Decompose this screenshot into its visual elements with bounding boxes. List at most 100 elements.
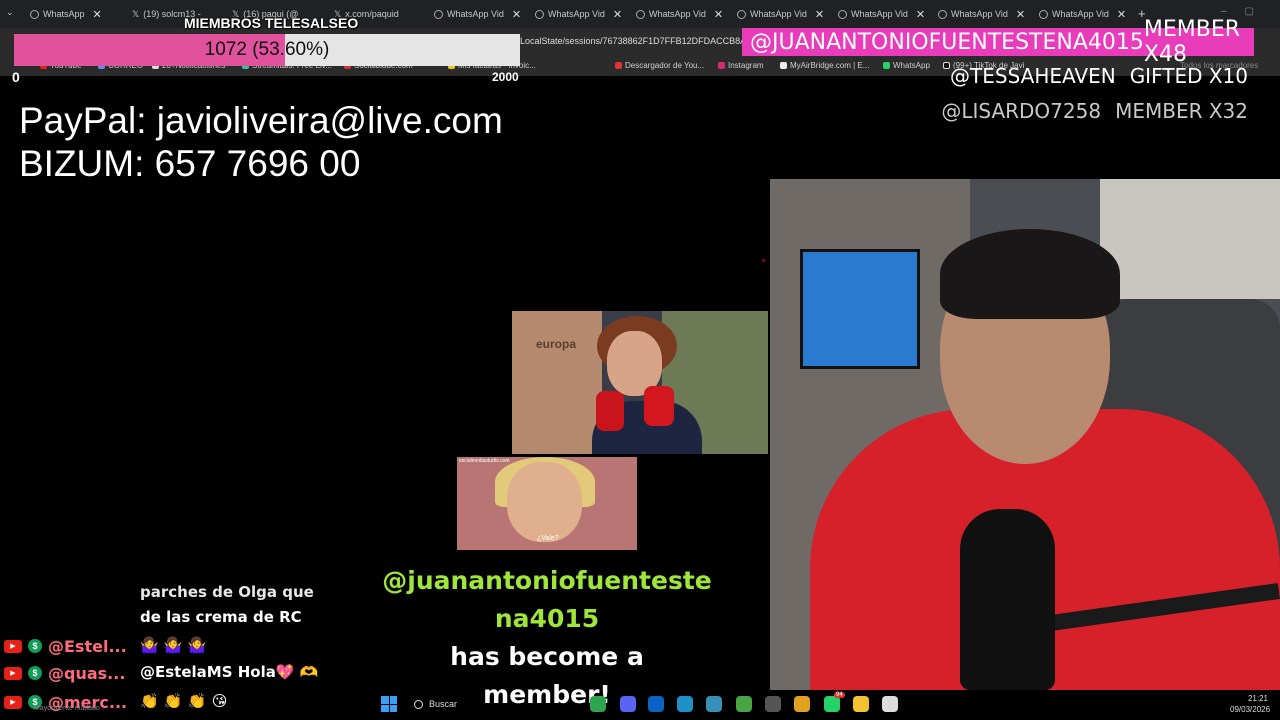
ticker-value: GIFTED X10 xyxy=(1129,64,1248,88)
edge-icon[interactable] xyxy=(677,696,693,712)
discord-icon[interactable] xyxy=(620,696,636,712)
app-icon[interactable] xyxy=(882,696,898,712)
mail-icon[interactable] xyxy=(648,696,664,712)
bookmark-descargador[interactable]: Descargador de You... xyxy=(615,61,704,70)
globe-icon xyxy=(737,9,746,19)
webcam-person-hair xyxy=(940,229,1120,319)
youtube-icon: ▶ xyxy=(4,639,22,653)
ticker-user: @TESSAHEAVEN xyxy=(950,64,1116,88)
folder-icon[interactable] xyxy=(853,696,869,712)
close-icon[interactable]: ✕ xyxy=(916,8,925,21)
app-icon[interactable] xyxy=(794,696,810,712)
bookmark-myairbridge[interactable]: MyAirBridge.com | E... xyxy=(780,61,869,70)
clip-caption: ¿Vale? xyxy=(537,535,559,542)
goal-min: 0 xyxy=(12,69,20,85)
clip-face xyxy=(507,462,582,542)
goal-progress-bar: 1072 (53.60%) xyxy=(14,34,520,66)
ticker-user: @LISARDO7258 xyxy=(941,99,1102,123)
start-logo-tile xyxy=(381,704,389,712)
whatsapp-icon xyxy=(883,62,890,69)
superchat-icon: $ xyxy=(28,666,42,680)
tab-whatsapp[interactable]: WhatsApp Vid ✕ xyxy=(434,4,526,24)
chat-partial-line: de las crema de RC xyxy=(140,608,302,626)
member-alert: @juanantoniofuentestena4015 has become a… xyxy=(382,562,712,714)
close-icon[interactable]: ✕ xyxy=(815,8,824,21)
chat-text: 🤷‍♀️ 🤷‍♀️ 🤷‍♀️ xyxy=(140,636,207,654)
globe-icon xyxy=(636,9,645,19)
taskbar-weather[interactable]: Mayormente nublado xyxy=(34,705,100,712)
chrome-icon[interactable] xyxy=(590,696,606,712)
clip-watermark: socialmediastudio.com xyxy=(459,458,510,464)
alert-username: @juanantoniofuentestena4015 xyxy=(382,566,712,633)
close-icon[interactable]: ✕ xyxy=(93,8,102,21)
bizum-info: BIZUM: 657 7696 00 xyxy=(19,143,361,184)
superchat-icon: $ xyxy=(28,639,42,653)
window-controls[interactable]: –▢ xyxy=(1221,6,1272,17)
windows-start-button[interactable] xyxy=(381,696,397,712)
globe-icon xyxy=(434,9,443,19)
tab-whatsapp[interactable]: WhatsApp Vid ✕ xyxy=(938,4,1030,24)
ticker-value: MEMBER X32 xyxy=(1115,99,1248,123)
close-icon[interactable]: ✕ xyxy=(512,8,521,21)
clip-microphone xyxy=(596,391,624,431)
tab-whatsapp[interactable]: WhatsApp Vid ✕ xyxy=(1039,4,1131,24)
globe-icon xyxy=(30,9,39,19)
tv-clip-image: socialmediastudio.com ¿Vale? xyxy=(457,457,637,550)
start-logo-tile xyxy=(389,704,397,712)
chat-message: ▶ $ @quas... xyxy=(4,661,128,685)
whatsapp-icon[interactable] xyxy=(824,696,840,712)
youtube-icon: ▶ xyxy=(4,666,22,680)
chat-username: @quas... xyxy=(48,663,126,683)
instagram-icon xyxy=(718,62,725,69)
webcam-microphone xyxy=(960,509,1055,690)
search-icon xyxy=(414,699,423,709)
bookmark-instagram[interactable]: Instagram xyxy=(718,61,764,70)
chat-text: @EstelaMS Hola💖 🫶 xyxy=(140,663,319,681)
globe-icon xyxy=(1039,9,1048,19)
bookmark-whatsapp[interactable]: WhatsApp xyxy=(883,61,930,70)
clock-date: 09/03/2026 xyxy=(1230,705,1271,714)
x-icon: 𝕏 xyxy=(132,8,140,19)
download-icon xyxy=(615,62,622,69)
ticker-member: @LISARDO7258 MEMBER X32 xyxy=(941,99,1248,123)
globe-icon xyxy=(938,9,947,19)
webcam-window xyxy=(1100,179,1280,299)
start-logo-tile xyxy=(389,696,397,704)
globe-icon xyxy=(838,9,847,19)
paypal-info: PayPal: javioliveira@live.com xyxy=(19,100,503,141)
member-banner: @JUANANTONIOFUENTESTENA4015 MEMBER X48 xyxy=(742,17,1254,67)
close-icon[interactable]: ✕ xyxy=(613,8,622,21)
close-icon[interactable]: ✕ xyxy=(714,8,723,21)
tab-whatsapp[interactable]: WhatsApp Vid ✕ xyxy=(737,4,829,24)
taskbar-search[interactable]: Buscar xyxy=(406,695,556,713)
url-text[interactable]: LocalState/sessions/76738862F1D7FFB12DFD… xyxy=(520,36,746,46)
tab-whatsapp[interactable]: WhatsApp Vid ✕ xyxy=(535,4,627,24)
clip-microphone xyxy=(644,386,674,426)
network-icon[interactable] xyxy=(706,696,722,712)
start-logo-tile xyxy=(381,696,389,704)
tab-search-icon[interactable]: ⌄ xyxy=(6,7,14,18)
settings-icon[interactable] xyxy=(765,696,781,712)
tab-whatsapp[interactable]: WhatsApp Vid ✕ xyxy=(838,4,930,24)
goal-progress-text: 1072 (53.60%) xyxy=(204,39,330,60)
youtube-icon: ▶ xyxy=(4,695,22,709)
chat-text: 👏 👏 👏 😘 xyxy=(140,692,228,710)
airbridge-icon xyxy=(780,62,787,69)
recording-dot xyxy=(762,259,765,262)
notification-badge: 94 xyxy=(834,692,845,698)
chat-partial-line: parches de Olga que xyxy=(140,583,314,601)
tab-whatsapp-active[interactable]: WhatsApp ✕ xyxy=(30,4,120,24)
close-icon[interactable]: ✕ xyxy=(1117,8,1126,21)
search-placeholder: Buscar xyxy=(429,699,458,709)
goal-title: MIEMBROS TELESALSEO xyxy=(184,15,359,31)
taskbar-clock[interactable]: 21:21 09/03/2026 xyxy=(1230,693,1271,715)
chat-message: ▶ $ @Estel... xyxy=(4,634,128,658)
webcam-feed xyxy=(770,179,1280,690)
news-clip-image: europa xyxy=(512,311,768,454)
clip-backdrop xyxy=(512,311,602,454)
tab-whatsapp[interactable]: WhatsApp Vid ✕ xyxy=(636,4,728,24)
goal-max: 2000 xyxy=(492,70,519,84)
close-icon[interactable]: ✕ xyxy=(1016,8,1025,21)
app-icon[interactable] xyxy=(736,696,752,712)
clock-time: 21:21 xyxy=(1247,694,1268,703)
